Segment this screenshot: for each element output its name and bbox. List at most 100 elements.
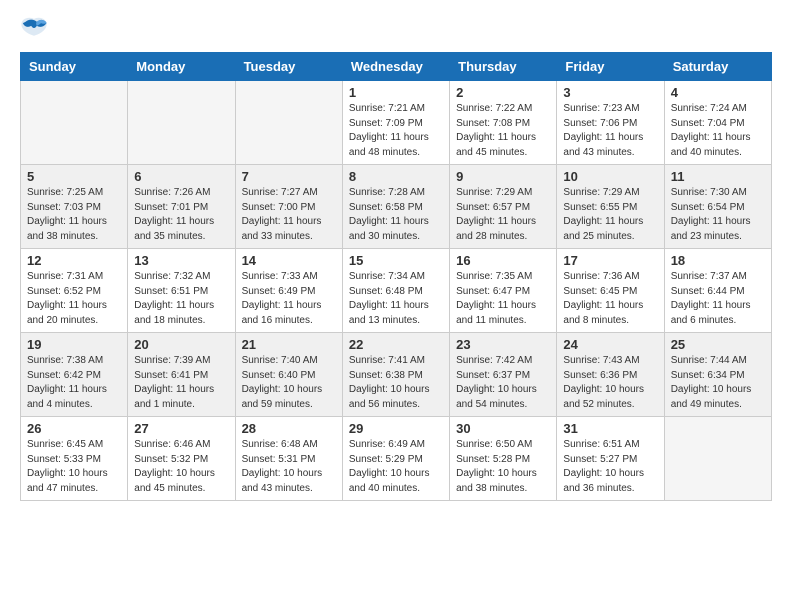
- day-info: Sunrise: 7:34 AM Sunset: 6:48 PM Dayligh…: [349, 270, 443, 328]
- weekday-header-sunday: Sunday: [21, 53, 128, 81]
- day-info: Sunrise: 6:45 AM Sunset: 5:33 PM Dayligh…: [27, 438, 121, 496]
- calendar-cell: 16Sunrise: 7:35 AM Sunset: 6:47 PM Dayli…: [450, 249, 557, 333]
- day-info: Sunrise: 7:33 AM Sunset: 6:49 PM Dayligh…: [242, 270, 336, 328]
- day-number: 18: [671, 253, 765, 268]
- day-number: 20: [134, 337, 228, 352]
- calendar-cell: 23 Sunrise: 7:42 AM Sunset: 6:37 PM Dayli…: [450, 333, 557, 417]
- calendar-cell: 4Sunrise: 7:24 AM Sunset: 7:04 PM Daylig…: [664, 81, 771, 165]
- day-number: 25: [671, 337, 765, 352]
- day-number: 7: [242, 169, 336, 184]
- day-info: Sunrise: 7:23 AM Sunset: 7:06 PM Dayligh…: [563, 102, 657, 160]
- calendar-cell: 18 Sunrise: 7:37 AM Sunset: 6:44 PM Dayli…: [664, 249, 771, 333]
- day-info: Sunrise: 7:25 AM Sunset: 7:03 PM Dayligh…: [27, 186, 121, 244]
- calendar-cell: 21 Sunrise: 7:40 AM Sunset: 6:40 PM Dayli…: [235, 333, 342, 417]
- day-info: Sunrise: 7:31 AM Sunset: 6:52 PM Dayligh…: [27, 270, 121, 328]
- calendar-cell: 10 Sunrise: 7:29 AM Sunset: 6:55 PM Dayli…: [557, 165, 664, 249]
- day-number: 16: [456, 253, 550, 268]
- weekday-header-monday: Monday: [128, 53, 235, 81]
- calendar-week-row: 12 Sunrise: 7:31 AM Sunset: 6:52 PM Dayli…: [21, 249, 772, 333]
- calendar-cell: 1 Sunrise: 7:21 AM Sunset: 7:09 PM Daylig…: [342, 81, 449, 165]
- day-number: 12: [27, 253, 121, 268]
- calendar-cell: 8 Sunrise: 7:28 AM Sunset: 6:58 PM Daylig…: [342, 165, 449, 249]
- day-number: 2: [456, 85, 550, 100]
- calendar-cell: 22 Sunrise: 7:41 AM Sunset: 6:38 PM Dayli…: [342, 333, 449, 417]
- calendar-cell: 6 Sunrise: 7:26 AM Sunset: 7:01 PM Daylig…: [128, 165, 235, 249]
- day-info: Sunrise: 7:39 AM Sunset: 6:41 PM Dayligh…: [134, 354, 228, 412]
- day-number: 21: [242, 337, 336, 352]
- calendar-cell: 17 Sunrise: 7:36 AM Sunset: 6:45 PM Dayli…: [557, 249, 664, 333]
- day-info: Sunrise: 7:29 AM Sunset: 6:55 PM Dayligh…: [563, 186, 657, 244]
- day-info: Sunrise: 7:38 AM Sunset: 6:42 PM Dayligh…: [27, 354, 121, 412]
- day-number: 23: [456, 337, 550, 352]
- calendar-week-row: 1 Sunrise: 7:21 AM Sunset: 7:09 PM Daylig…: [21, 81, 772, 165]
- day-info: Sunrise: 7:41 AM Sunset: 6:38 PM Dayligh…: [349, 354, 443, 412]
- logo-bird-icon: [20, 16, 48, 40]
- day-info: Sunrise: 7:36 AM Sunset: 6:45 PM Dayligh…: [563, 270, 657, 328]
- day-info: Sunrise: 7:28 AM Sunset: 6:58 PM Dayligh…: [349, 186, 443, 244]
- day-info: Sunrise: 6:46 AM Sunset: 5:32 PM Dayligh…: [134, 438, 228, 496]
- calendar-week-row: 19 Sunrise: 7:38 AM Sunset: 6:42 PM Dayli…: [21, 333, 772, 417]
- calendar-cell: 11 Sunrise: 7:30 AM Sunset: 6:54 PM Dayli…: [664, 165, 771, 249]
- day-number: 9: [456, 169, 550, 184]
- day-info: Sunrise: 7:24 AM Sunset: 7:04 PM Dayligh…: [671, 102, 765, 160]
- day-number: 29: [349, 421, 443, 436]
- calendar-cell: 15 Sunrise: 7:34 AM Sunset: 6:48 PM Dayli…: [342, 249, 449, 333]
- day-info: Sunrise: 6:48 AM Sunset: 5:31 PM Dayligh…: [242, 438, 336, 496]
- day-number: 11: [671, 169, 765, 184]
- day-number: 1: [349, 85, 443, 100]
- calendar-cell: 14Sunrise: 7:33 AM Sunset: 6:49 PM Dayli…: [235, 249, 342, 333]
- weekday-header-tuesday: Tuesday: [235, 53, 342, 81]
- calendar-cell: [21, 81, 128, 165]
- logo: [20, 16, 52, 40]
- calendar-cell: 28 Sunrise: 6:48 AM Sunset: 5:31 PM Dayli…: [235, 417, 342, 501]
- day-number: 6: [134, 169, 228, 184]
- day-number: 8: [349, 169, 443, 184]
- day-number: 15: [349, 253, 443, 268]
- day-number: 13: [134, 253, 228, 268]
- day-number: 27: [134, 421, 228, 436]
- calendar-cell: 9 Sunrise: 7:29 AM Sunset: 6:57 PM Daylig…: [450, 165, 557, 249]
- day-number: 24: [563, 337, 657, 352]
- calendar-cell: 19 Sunrise: 7:38 AM Sunset: 6:42 PM Dayli…: [21, 333, 128, 417]
- day-number: 22: [349, 337, 443, 352]
- calendar: SundayMondayTuesdayWednesdayThursdayFrid…: [20, 52, 772, 501]
- day-info: Sunrise: 7:40 AM Sunset: 6:40 PM Dayligh…: [242, 354, 336, 412]
- day-info: Sunrise: 7:43 AM Sunset: 6:36 PM Dayligh…: [563, 354, 657, 412]
- weekday-header-thursday: Thursday: [450, 53, 557, 81]
- calendar-cell: 26Sunrise: 6:45 AM Sunset: 5:33 PM Dayli…: [21, 417, 128, 501]
- calendar-cell: 5Sunrise: 7:25 AM Sunset: 7:03 PM Daylig…: [21, 165, 128, 249]
- day-info: Sunrise: 7:29 AM Sunset: 6:57 PM Dayligh…: [456, 186, 550, 244]
- day-number: 10: [563, 169, 657, 184]
- day-number: 31: [563, 421, 657, 436]
- calendar-cell: 13 Sunrise: 7:32 AM Sunset: 6:51 PM Dayli…: [128, 249, 235, 333]
- calendar-cell: 30Sunrise: 6:50 AM Sunset: 5:28 PM Dayli…: [450, 417, 557, 501]
- calendar-cell: [664, 417, 771, 501]
- page: SundayMondayTuesdayWednesdayThursdayFrid…: [0, 0, 792, 517]
- day-number: 3: [563, 85, 657, 100]
- calendar-week-row: 5Sunrise: 7:25 AM Sunset: 7:03 PM Daylig…: [21, 165, 772, 249]
- weekday-header-friday: Friday: [557, 53, 664, 81]
- day-number: 17: [563, 253, 657, 268]
- day-info: Sunrise: 7:42 AM Sunset: 6:37 PM Dayligh…: [456, 354, 550, 412]
- calendar-week-row: 26Sunrise: 6:45 AM Sunset: 5:33 PM Dayli…: [21, 417, 772, 501]
- day-info: Sunrise: 7:30 AM Sunset: 6:54 PM Dayligh…: [671, 186, 765, 244]
- day-number: 19: [27, 337, 121, 352]
- day-number: 28: [242, 421, 336, 436]
- calendar-cell: 27 Sunrise: 6:46 AM Sunset: 5:32 PM Dayli…: [128, 417, 235, 501]
- day-info: Sunrise: 7:27 AM Sunset: 7:00 PM Dayligh…: [242, 186, 336, 244]
- day-info: Sunrise: 7:37 AM Sunset: 6:44 PM Dayligh…: [671, 270, 765, 328]
- day-info: Sunrise: 7:21 AM Sunset: 7:09 PM Dayligh…: [349, 102, 443, 160]
- day-number: 30: [456, 421, 550, 436]
- calendar-cell: [235, 81, 342, 165]
- day-info: Sunrise: 7:26 AM Sunset: 7:01 PM Dayligh…: [134, 186, 228, 244]
- calendar-cell: [128, 81, 235, 165]
- calendar-cell: 3 Sunrise: 7:23 AM Sunset: 7:06 PM Daylig…: [557, 81, 664, 165]
- day-info: Sunrise: 6:49 AM Sunset: 5:29 PM Dayligh…: [349, 438, 443, 496]
- calendar-cell: 20 Sunrise: 7:39 AM Sunset: 6:41 PM Dayli…: [128, 333, 235, 417]
- day-info: Sunrise: 6:51 AM Sunset: 5:27 PM Dayligh…: [563, 438, 657, 496]
- weekday-header-saturday: Saturday: [664, 53, 771, 81]
- day-info: Sunrise: 7:22 AM Sunset: 7:08 PM Dayligh…: [456, 102, 550, 160]
- calendar-cell: 31 Sunrise: 6:51 AM Sunset: 5:27 PM Dayli…: [557, 417, 664, 501]
- calendar-cell: 24 Sunrise: 7:43 AM Sunset: 6:36 PM Dayli…: [557, 333, 664, 417]
- day-info: Sunrise: 7:32 AM Sunset: 6:51 PM Dayligh…: [134, 270, 228, 328]
